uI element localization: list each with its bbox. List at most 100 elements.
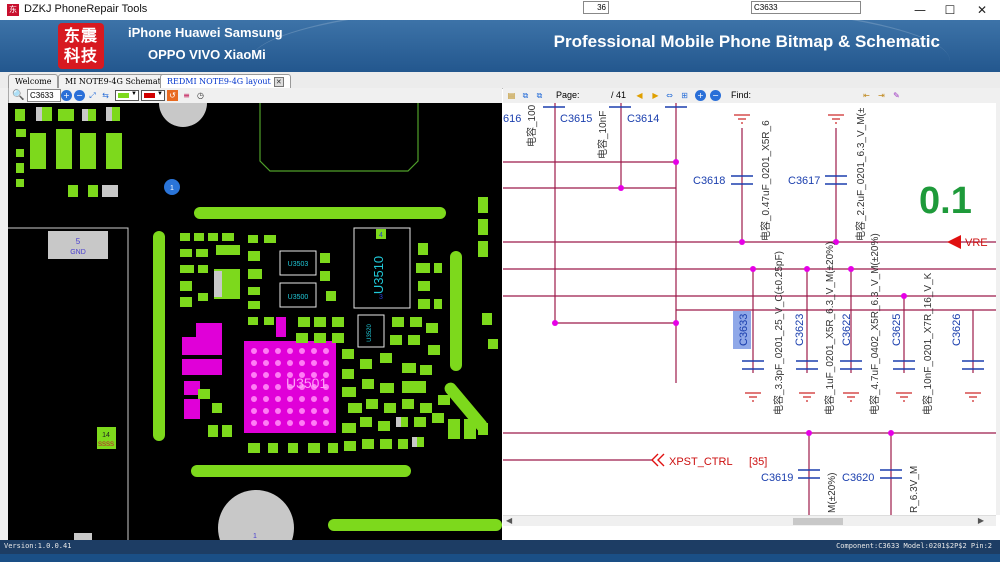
page-number-input[interactable]: 36: [583, 1, 609, 14]
schematic-svg[interactable]: 616 C3615 C3614 电容_100 电容_10nF C3618 C36…: [503, 103, 996, 515]
cap-value-c3618: 电容_0.47uF_0201_X5R_6: [759, 120, 772, 241]
cap-ref-c3623: C3623: [794, 314, 806, 346]
component-search-input[interactable]: C3633: [27, 89, 61, 102]
list-icon[interactable]: ≡: [181, 90, 192, 101]
highlight-color-picker[interactable]: ▼: [141, 90, 165, 101]
header-banner: 东震 科技 iPhone Huawei Samsung OPPO VIVO Xi…: [0, 20, 1000, 72]
shield-rail: [328, 519, 502, 531]
window-frame-bottom: [0, 554, 1000, 562]
fit-width-icon[interactable]: ⇔: [664, 90, 675, 101]
u3501-label: U3501: [286, 375, 327, 391]
cap-value: 电容_100: [525, 104, 538, 147]
tab-close-icon[interactable]: ✕: [273, 77, 284, 87]
fit-view-icon[interactable]: ⤢: [87, 90, 98, 101]
window-title: DZKJ PhoneRepair Tools: [24, 3, 148, 15]
tab-schematic[interactable]: MI NOTE9-4G Schematic: [58, 74, 175, 88]
shield-rail: [153, 231, 165, 441]
zoom-out-icon[interactable]: −: [710, 90, 721, 101]
schematic-view[interactable]: 616 C3615 C3614 电容_100 电容_10nF C3618 C36…: [503, 103, 996, 515]
layout-toolbar: 🔍 C3633 + − ⤢ ⇆ ▼ ▼ ↺ ≡ ◷: [0, 88, 502, 103]
maximize-button[interactable]: ☐: [934, 0, 966, 20]
highlight-icon[interactable]: ✎: [891, 90, 902, 101]
fit-page-icon[interactable]: ⊞: [679, 90, 690, 101]
copy-icon[interactable]: ⧉: [520, 90, 531, 101]
find-next-icon[interactable]: ⇥: [876, 90, 887, 101]
cap-ref-c3620: C3620: [842, 472, 874, 484]
gnd-pad-name: GND: [70, 249, 86, 256]
fiducial-label: 1: [170, 185, 174, 192]
u3510-label: U3510: [371, 256, 386, 294]
net-label-vref: VRE: [965, 237, 988, 249]
cap-ref: 616: [503, 113, 521, 125]
u3510-pin-label: 3: [379, 294, 383, 301]
pad-14-name: SSSS: [98, 442, 114, 448]
paste-icon[interactable]: ⧉: [534, 90, 545, 101]
scrollbar-thumb[interactable]: [793, 518, 843, 525]
tab-label: Welcome: [15, 77, 52, 86]
prev-page-icon[interactable]: ◀: [634, 90, 645, 101]
shield-rail: [191, 465, 411, 477]
zoom-in-icon[interactable]: +: [61, 90, 72, 101]
reset-icon[interactable]: ↺: [167, 90, 178, 101]
clock-icon[interactable]: ◷: [195, 90, 206, 101]
banner-slogan: Professional Mobile Phone Bitmap & Schem…: [553, 32, 940, 51]
document-tabs: Welcome MI NOTE9-4G Schematic REDMI NOTE…: [0, 72, 1000, 89]
zoom-in-icon[interactable]: +: [695, 90, 706, 101]
find-prev-icon[interactable]: ⇤: [861, 90, 872, 101]
voltage-value-label: 0.1: [919, 180, 972, 222]
logo-line-1: 东震: [63, 26, 98, 45]
zoom-out-icon[interactable]: −: [74, 90, 85, 101]
vertical-scrollbar[interactable]: [996, 103, 1000, 515]
u3503-label: U3503: [288, 261, 309, 268]
search-icon[interactable]: 🔍: [12, 90, 24, 101]
pad-color-picker[interactable]: ▼: [115, 90, 139, 101]
shield-rail: [194, 207, 446, 219]
cap-ref-c3618: C3618: [693, 175, 725, 187]
cap-value: 电容_10nF: [596, 111, 609, 159]
find-label: Find:: [731, 90, 752, 100]
cap-ref-c3626: C3626: [951, 314, 963, 346]
app-window: 东 DZKJ PhoneRepair Tools — ☐ ✕ 东震 科技 iPh…: [0, 0, 1000, 562]
cap-value-c3625: 电容_10nF_0201_X7R_16_V_K: [921, 272, 934, 415]
u3500-label: U3500: [288, 294, 309, 301]
cap-value-c3623: 电容_1uF_0201_X5R_6.3_V_M(±20%): [823, 242, 836, 415]
cap-ref: C3614: [627, 113, 659, 125]
tab-layout[interactable]: REDMI NOTE9-4G layout ✕: [160, 74, 291, 88]
open-icon[interactable]: ▤: [506, 90, 517, 101]
color-swatch: [118, 93, 129, 98]
chevron-down-icon: ▼: [157, 91, 163, 97]
brand-logo: 东震 科技: [58, 23, 104, 69]
pad-14-number: 14: [102, 432, 110, 439]
u3520-label: U3520: [367, 324, 373, 342]
net-page-ref: [35]: [749, 456, 767, 468]
hole-label: 1: [253, 533, 257, 540]
cap-ref-c3633: C3633: [738, 314, 750, 346]
tab-label: MI NOTE9-4G Schematic: [65, 77, 168, 86]
next-page-icon[interactable]: ▶: [650, 90, 661, 101]
color-swatch: [144, 93, 155, 98]
cap-ref-c3625: C3625: [891, 314, 903, 346]
brands-line-2: OPPO VIVO XiaoMi: [148, 47, 266, 62]
logo-line-2: 科技: [63, 46, 98, 65]
edge-pad: [74, 533, 92, 540]
scroll-right-icon[interactable]: ▶: [978, 516, 984, 525]
chevron-down-icon: ▼: [131, 91, 137, 97]
find-input[interactable]: C3633: [751, 1, 861, 14]
board-layout-view[interactable]: 5 GND 14 SSSS 1 1 U3510 4 3 U3503 U3500 …: [8, 103, 502, 540]
board-svg[interactable]: 5 GND 14 SSSS 1 1 U3510 4 3 U3503 U3500 …: [8, 103, 502, 540]
brands-line-1: iPhone Huawei Samsung: [128, 25, 283, 40]
cap-value-c3633: 电容_3.3pF_0201_25_V_C(±0.25pF): [772, 251, 785, 415]
flip-icon[interactable]: ⇆: [100, 90, 111, 101]
schematic-toolbar: ▤ ⧉ ⧉ Page:: [503, 88, 1000, 103]
close-button[interactable]: ✕: [966, 0, 998, 20]
cap-value-c3617: 电容_2.2uF_0201_6.3_V_M(±: [854, 107, 867, 241]
tab-welcome[interactable]: Welcome: [8, 74, 59, 88]
shield-rail: [450, 251, 462, 371]
gnd-pad-number: 5: [76, 237, 81, 246]
net-label-xpst: XPST_CTRL: [669, 456, 733, 468]
scroll-left-icon[interactable]: ◀: [506, 516, 512, 525]
cap-value-c3619: M(±20%): [827, 473, 838, 514]
cap-value-c3622: 电容_4.7uF_0402_X5R_6.3_V_M(±20%): [868, 233, 881, 415]
minimize-button[interactable]: —: [904, 0, 936, 20]
page-total: / 41: [611, 90, 627, 100]
